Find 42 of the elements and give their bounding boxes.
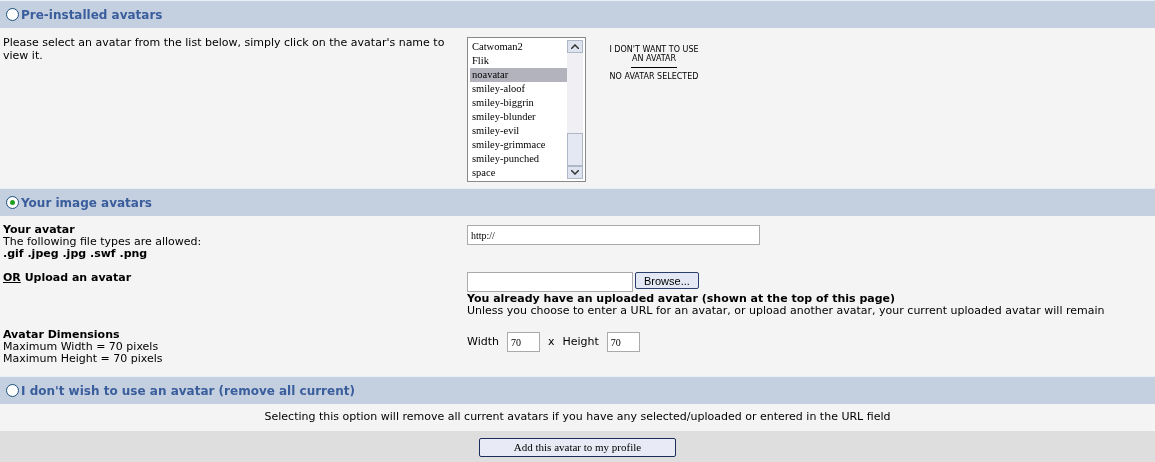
avatar-option[interactable]: Flik [470, 54, 567, 68]
scroll-thumb[interactable] [567, 133, 583, 166]
section-title: I don't wish to use an avatar (remove all current) [21, 382, 355, 400]
avatar-option[interactable]: noavatar [470, 68, 567, 82]
width-label: Width [467, 336, 499, 348]
scrollbar[interactable] [567, 40, 583, 179]
height-field[interactable]: 70 [606, 332, 640, 352]
times-sign: x [547, 336, 555, 348]
radio-button[interactable] [6, 8, 19, 21]
avatar-option[interactable]: smiley-evil [470, 124, 567, 138]
upload-notice: You already have an uploaded avatar (shown at the top of this page) [467, 293, 897, 305]
avatar-option[interactable]: space [470, 166, 567, 180]
height-label: Height [562, 336, 599, 348]
preview-caption: NO AVATAR SELECTED [609, 72, 699, 81]
instructions: Please select an avatar from the list below, simply click on the avatar's name to view it. [3, 36, 446, 62]
section-title: Your image avatars [21, 194, 152, 212]
browse-button[interactable]: Browse... [635, 272, 699, 289]
submit-button[interactable]: Add this avatar to my profile [479, 437, 676, 457]
upload-note: Unless you choose to enter a URL for an avatar, or upload another avatar, your current uploaded avatar will remain [467, 305, 1105, 317]
field-label: Your avatar [3, 224, 76, 236]
url-field[interactable]: http:// [467, 225, 760, 245]
width-field[interactable]: 70 [506, 332, 540, 352]
field-label: OR Upload an avatar [3, 271, 132, 284]
radio-button[interactable] [6, 196, 19, 209]
avatar-option[interactable]: smiley-blunder [470, 110, 567, 124]
field-hint: The following file types are allowed: [3, 236, 203, 248]
avatar-option[interactable]: smiley-punched [470, 152, 567, 166]
radio-button[interactable] [6, 384, 19, 397]
file-field[interactable] [467, 272, 633, 292]
remove-note: Selecting this option will remove all current avatars if you have any selected/uploaded or entered in the URL field [264, 409, 891, 426]
avatar-listbox[interactable]: Catwoman2 Flik noavatar smiley-aloof smiley-biggrin smiley-blunder smiley-evil smiley-grimmace smiley-punched space [467, 37, 586, 182]
file-types: .gif .jpeg .jpg .swf .png [3, 248, 149, 260]
section-title: Pre-installed avatars [21, 6, 163, 24]
avatar-option[interactable]: smiley-biggrin [470, 96, 567, 110]
avatar-option[interactable]: smiley-grimmace [470, 138, 567, 152]
preview-caption: I DON'T WANT TO USE AN AVATAR [608, 45, 700, 63]
avatar-option[interactable]: Catwoman2 [470, 40, 567, 54]
scroll-up-icon[interactable] [567, 40, 583, 54]
max-height-text: Maximum Height = 70 pixels [3, 353, 164, 365]
max-width-text: Maximum Width = 70 pixels [3, 341, 160, 353]
field-label: Avatar Dimensions [3, 329, 121, 341]
avatar-option[interactable]: smiley-aloof [470, 82, 567, 96]
